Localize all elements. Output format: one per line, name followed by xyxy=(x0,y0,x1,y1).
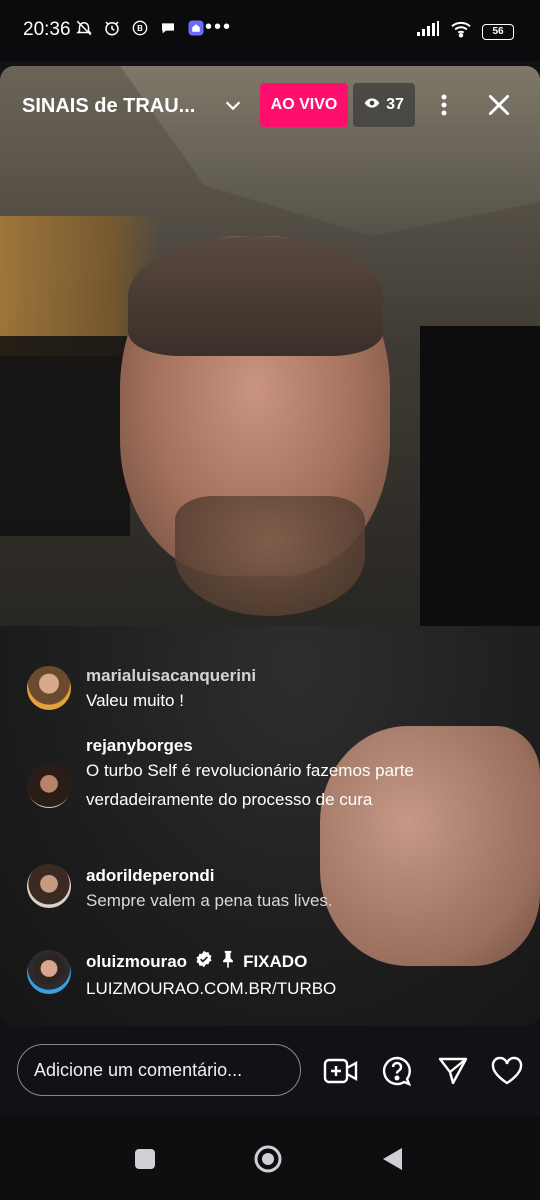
comment-username[interactable]: rejanyborges xyxy=(86,736,193,756)
live-video[interactable] xyxy=(0,66,540,1026)
add-video-icon[interactable] xyxy=(323,1053,359,1089)
silent-bell-icon xyxy=(74,18,94,38)
home-icon[interactable] xyxy=(253,1144,283,1174)
avatar[interactable] xyxy=(27,864,71,908)
home-app-icon xyxy=(186,18,206,38)
more-notifications-icon: ••• xyxy=(205,16,233,38)
live-title[interactable]: SINAIS de TRAU... xyxy=(22,95,195,118)
avatar[interactable] xyxy=(27,666,71,710)
eye-icon xyxy=(364,96,380,114)
more-options-button[interactable] xyxy=(430,88,458,122)
comment-text: Valeu muito ! xyxy=(86,691,184,710)
comment-username[interactable]: marialuisacanquerini xyxy=(86,666,256,686)
signal-icon xyxy=(416,21,440,42)
status-bar: 20:36 B ••• 56 xyxy=(0,0,540,62)
send-icon[interactable] xyxy=(435,1053,471,1089)
comment-username[interactable]: oluizmourao xyxy=(86,952,187,972)
heart-icon[interactable] xyxy=(489,1053,525,1089)
verified-badge-icon xyxy=(195,950,213,973)
avatar[interactable] xyxy=(27,764,71,808)
status-system-icons: 56 xyxy=(416,20,514,43)
video-background-window xyxy=(420,326,540,626)
system-navigation-bar xyxy=(0,1116,540,1200)
chat-bubble-icon xyxy=(158,18,178,38)
video-person-beard xyxy=(175,496,365,616)
comment-text: Sempre valem a pena tuas lives. xyxy=(86,891,333,910)
pin-icon xyxy=(221,950,235,973)
close-button[interactable] xyxy=(482,88,516,122)
live-badge: AO VIVO xyxy=(260,83,348,127)
question-icon[interactable] xyxy=(379,1053,415,1089)
b-app-icon: B xyxy=(130,18,150,38)
status-time: 20:36 xyxy=(23,19,71,40)
pinned-label: FIXADO xyxy=(243,951,308,971)
comment-username[interactable]: adorildeperondi xyxy=(86,866,214,886)
video-person-hair xyxy=(128,236,383,356)
avatar[interactable] xyxy=(27,950,71,994)
status-notification-icons: B xyxy=(74,18,206,38)
battery-indicator: 56 xyxy=(482,23,514,40)
back-icon[interactable] xyxy=(377,1144,407,1174)
chevron-down-icon[interactable] xyxy=(222,94,244,116)
comment-input[interactable]: Adicione um comentário... xyxy=(17,1044,301,1096)
svg-text:B: B xyxy=(137,24,143,33)
viewer-count-value: 37 xyxy=(386,96,404,113)
pinned-link[interactable]: LUIZMOURAO.COM.BR/TURBO xyxy=(86,974,446,1003)
recent-apps-icon[interactable] xyxy=(130,1144,160,1174)
pinned-header: oluizmourao FIXADO xyxy=(86,950,307,973)
live-top-bar: SINAIS de TRAU... AO VIVO 37 xyxy=(0,82,540,128)
comment-text: O turbo Self é revolucionário fazemos pa… xyxy=(86,761,414,809)
alarm-icon xyxy=(102,18,122,38)
comment-bar: Adicione um comentário... xyxy=(0,1026,540,1116)
viewer-count[interactable]: 37 xyxy=(353,83,415,127)
wifi-icon xyxy=(450,20,472,43)
video-background-tv xyxy=(0,336,130,536)
